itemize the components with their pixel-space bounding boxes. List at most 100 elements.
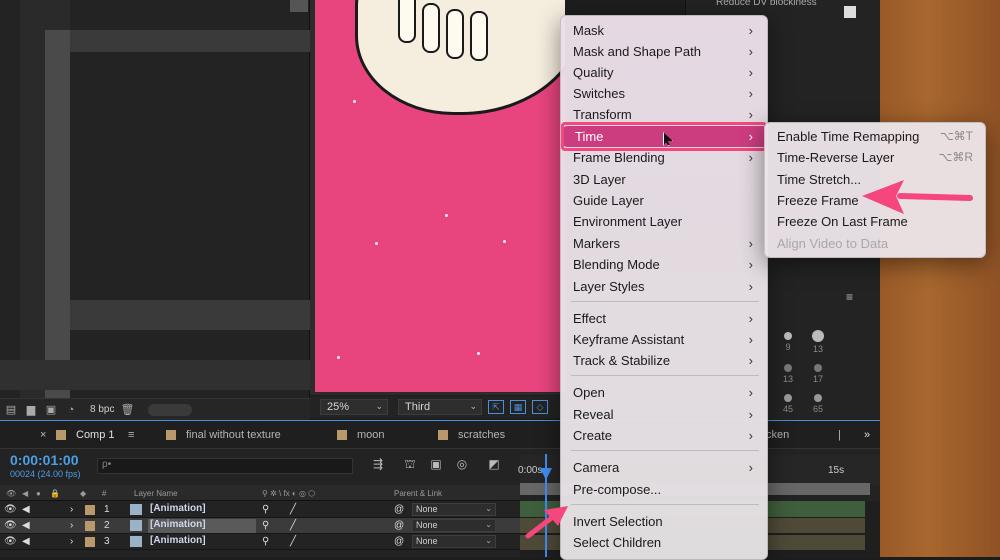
graph-editor-icon[interactable]: ◩ bbox=[486, 457, 502, 473]
eye-icon[interactable]: 👁 bbox=[4, 504, 17, 515]
bit-depth-label[interactable]: 8 bpc bbox=[90, 404, 114, 415]
tab-menu-icon[interactable]: ≡ bbox=[128, 429, 134, 441]
submenu-item-enable-time-remapping[interactable]: Enable Time Remapping ⌥⌘T bbox=[765, 126, 985, 147]
thumbnail-slider[interactable] bbox=[148, 403, 193, 416]
layer-search-input[interactable]: ρ• bbox=[97, 458, 353, 474]
parent-dropdown[interactable]: None ⌄ bbox=[412, 535, 496, 548]
zoom-dropdown[interactable]: 25% ⌄ bbox=[320, 399, 388, 415]
pickwhip-icon[interactable]: @ bbox=[394, 504, 404, 515]
annotation-arrow-icon bbox=[525, 506, 568, 539]
resolution-dropdown[interactable]: Third ⌄ bbox=[398, 399, 482, 415]
frame-rate-label: 00024 (24.00 fps) bbox=[10, 469, 81, 479]
star bbox=[503, 240, 506, 243]
layer-row[interactable]: 👁 ◀ › 1 [Animation] ⚲ ╱ @ None ⌄ bbox=[0, 502, 520, 518]
panel-item-label[interactable]: Reduce DV blockiness bbox=[716, 0, 817, 8]
menu-item-switches[interactable]: Switches › bbox=[561, 83, 767, 104]
label-swatch[interactable] bbox=[85, 505, 95, 515]
chevron-right-icon[interactable]: › bbox=[70, 536, 73, 547]
menu-item-3d-layer[interactable]: 3D Layer bbox=[561, 169, 767, 190]
star bbox=[445, 214, 448, 217]
comp-color-swatch bbox=[337, 430, 347, 440]
tab-partial[interactable]: cken bbox=[766, 429, 789, 441]
collapse-switch-icon[interactable]: ⚲ bbox=[262, 520, 269, 531]
current-time[interactable]: 0:00:01:00 bbox=[10, 452, 79, 468]
menu-item-open[interactable]: Open › bbox=[561, 382, 767, 403]
menu-item-environment-layer[interactable]: Environment Layer bbox=[561, 211, 767, 232]
transparency-grid-icon[interactable]: ▦ bbox=[510, 400, 526, 414]
layer-row[interactable]: 👁 ◀ › 2 [Animation] ⚲ ╱ @ None ⌄ bbox=[0, 518, 520, 534]
parent-dropdown[interactable]: None ⌄ bbox=[412, 503, 496, 516]
menu-item-mask[interactable]: Mask › bbox=[561, 20, 767, 41]
tab-moon[interactable]: moon bbox=[357, 429, 385, 441]
eye-icon[interactable]: 👁 bbox=[4, 536, 17, 547]
audio-icon[interactable]: ◀ bbox=[22, 504, 30, 515]
pickwhip-icon[interactable]: @ bbox=[394, 520, 404, 531]
composition-viewer[interactable] bbox=[310, 0, 565, 395]
menu-item-precompose[interactable]: Pre-compose... bbox=[561, 479, 767, 500]
tab-scratches[interactable]: scratches bbox=[458, 429, 505, 441]
layer-name[interactable]: [Animation] bbox=[148, 519, 256, 533]
submenu-item-time-reverse-layer[interactable]: Time-Reverse Layer ⌥⌘R bbox=[765, 147, 985, 168]
menu-item-keyframe-assistant[interactable]: Keyframe Assistant › bbox=[561, 329, 767, 350]
shy-layers-icon[interactable]: ▣ bbox=[428, 457, 444, 473]
draft-3d-icon[interactable]: ⛫ bbox=[402, 457, 418, 473]
menu-item-markers[interactable]: Markers › bbox=[561, 233, 767, 254]
project-settings-icon[interactable]: ◔ bbox=[64, 404, 78, 416]
frame-blending-icon[interactable]: ◎ bbox=[454, 457, 470, 473]
tab-final-without-texture[interactable]: final without texture bbox=[186, 429, 281, 441]
chevron-right-icon: › bbox=[748, 428, 753, 443]
menu-item-create[interactable]: Create › bbox=[561, 425, 767, 446]
chevron-down-icon: ⌄ bbox=[469, 401, 477, 411]
menu-item-camera[interactable]: Camera › bbox=[561, 457, 767, 478]
scrollbar-thumb[interactable] bbox=[290, 0, 308, 12]
quality-switch-icon[interactable]: ╱ bbox=[290, 520, 296, 531]
eye-icon[interactable]: 👁 bbox=[4, 520, 17, 531]
audio-icon[interactable]: ◀ bbox=[22, 536, 30, 547]
menu-item-quality[interactable]: Quality › bbox=[561, 62, 767, 83]
panel-menu-icon[interactable]: ≡ bbox=[846, 290, 853, 304]
layer-name[interactable]: [Animation] bbox=[148, 535, 256, 549]
trash-icon[interactable]: 🗑 bbox=[120, 404, 134, 416]
chevron-right-icon[interactable]: › bbox=[70, 504, 73, 515]
comp-mini-flowchart-icon[interactable]: ⇶ bbox=[370, 457, 386, 473]
label-swatch[interactable] bbox=[85, 521, 95, 531]
collapse-switch-icon[interactable]: ⚲ bbox=[262, 504, 269, 515]
quality-switch-icon[interactable]: ╱ bbox=[290, 504, 296, 515]
new-folder-icon[interactable]: ▆ bbox=[24, 404, 38, 416]
menu-item-select-children[interactable]: Select Children bbox=[561, 532, 767, 553]
new-composition-icon[interactable]: ▣ bbox=[44, 404, 58, 416]
tab-comp-1[interactable]: Comp 1 bbox=[76, 429, 115, 441]
chevron-right-icon: › bbox=[748, 353, 753, 368]
audio-icon[interactable]: ◀ bbox=[22, 520, 30, 531]
close-icon[interactable]: × bbox=[40, 429, 46, 441]
quality-switch-icon[interactable]: ╱ bbox=[290, 536, 296, 547]
chevron-right-icon: › bbox=[748, 460, 753, 475]
pickwhip-icon[interactable]: @ bbox=[394, 536, 404, 547]
chevron-right-icon[interactable]: › bbox=[70, 520, 73, 531]
menu-item-guide-layer[interactable]: Guide Layer bbox=[561, 190, 767, 211]
chevron-down-icon: ⌄ bbox=[485, 504, 492, 513]
chevron-down-icon: ⌄ bbox=[375, 401, 383, 411]
menu-item-invert-selection[interactable]: Invert Selection bbox=[561, 511, 767, 532]
layer-name[interactable]: [Animation] bbox=[148, 503, 256, 517]
layer-row[interactable]: 👁 ◀ › 3 [Animation] ⚲ ╱ @ None ⌄ bbox=[0, 534, 520, 550]
menu-item-track-stabilize[interactable]: Track & Stabilize › bbox=[561, 350, 767, 371]
fast-preview-icon[interactable]: ⇱ bbox=[488, 400, 504, 414]
menu-item-reveal[interactable]: Reveal › bbox=[561, 404, 767, 425]
brush-preset[interactable]: 65 bbox=[798, 392, 838, 422]
menu-item-mask-shape-path[interactable]: Mask and Shape Path › bbox=[561, 41, 767, 62]
layer-name-header[interactable]: Layer Name bbox=[134, 489, 178, 498]
label-swatch[interactable] bbox=[85, 537, 95, 547]
collapse-switch-icon[interactable]: ⚲ bbox=[262, 536, 269, 547]
chevron-right-double-icon[interactable]: » bbox=[864, 429, 870, 441]
menu-item-blending-mode[interactable]: Blending Mode › bbox=[561, 254, 767, 275]
brush-preset[interactable]: 17 bbox=[798, 362, 838, 392]
menu-item-effect[interactable]: Effect › bbox=[561, 308, 767, 329]
mask-visibility-icon[interactable]: ◇ bbox=[532, 400, 548, 414]
brush-preset[interactable]: 13 bbox=[798, 328, 838, 358]
pixelated-bar bbox=[70, 30, 310, 52]
parent-dropdown[interactable]: None ⌄ bbox=[412, 519, 496, 532]
menu-item-layer-styles[interactable]: Layer Styles › bbox=[561, 276, 767, 297]
interpret-footage-icon[interactable]: ▤ bbox=[4, 404, 18, 416]
shortcut-label: ⌥⌘T bbox=[939, 129, 973, 143]
